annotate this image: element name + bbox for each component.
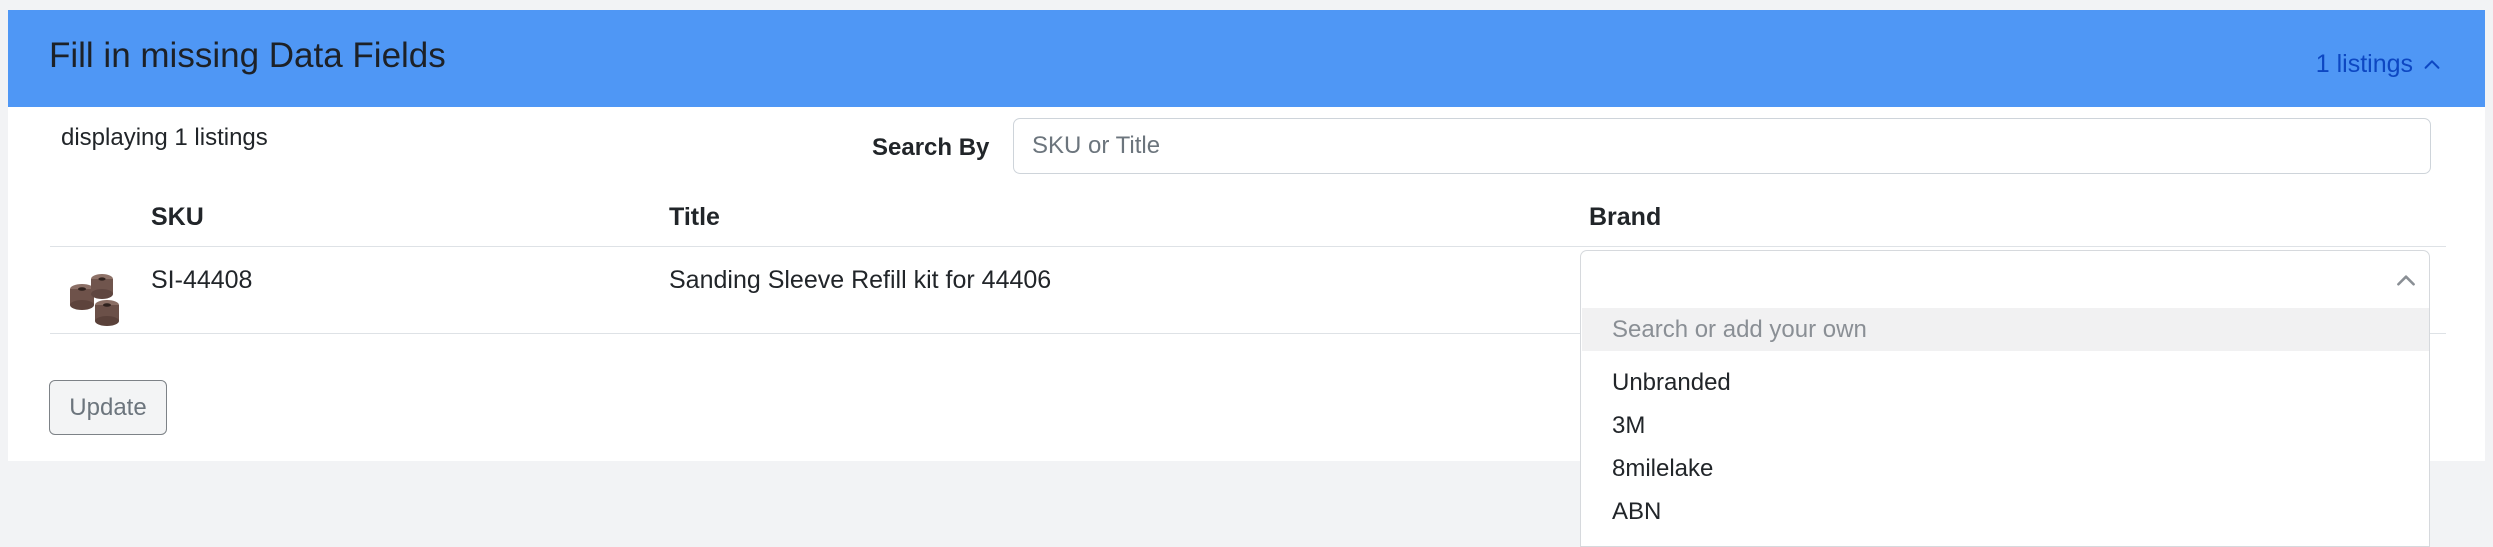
product-thumbnail <box>70 274 119 326</box>
column-header-title: Title <box>669 203 720 231</box>
brand-option-3m[interactable]: 3M <box>1612 412 1645 440</box>
search-by-label: Search By <box>872 134 990 161</box>
column-header-brand: Brand <box>1589 203 1662 231</box>
column-header-sku: SKU <box>151 203 204 231</box>
sku-cell: SI-44408 <box>151 266 253 294</box>
listings-toggle-label: 1 listings <box>2315 50 2413 78</box>
chevron-up-icon <box>2397 275 2415 286</box>
search-input[interactable] <box>1013 118 2431 174</box>
brand-dropdown-menu: Unbranded 3M 8milelake ABN <box>1580 307 2430 547</box>
page-title: Fill in missing Data Fields <box>49 36 446 75</box>
brand-select[interactable] <box>1580 250 2430 308</box>
brand-option-abn[interactable]: ABN <box>1612 498 1661 526</box>
chevron-up-icon <box>2424 59 2440 69</box>
update-button[interactable]: Update <box>49 380 167 435</box>
brand-search-input[interactable] <box>1582 308 2429 351</box>
brand-option-unbranded[interactable]: Unbranded <box>1612 369 1731 397</box>
listings-toggle-link[interactable]: 1 listings <box>2316 50 2443 79</box>
header-divider <box>50 246 2446 247</box>
displaying-count-text: displaying 1 listings <box>61 124 268 151</box>
title-cell: Sanding Sleeve Refill kit for 44406 <box>669 266 1052 294</box>
card-header: Fill in missing Data Fields 1 listings <box>8 10 2485 107</box>
brand-option-8milelake[interactable]: 8milelake <box>1612 455 1713 483</box>
